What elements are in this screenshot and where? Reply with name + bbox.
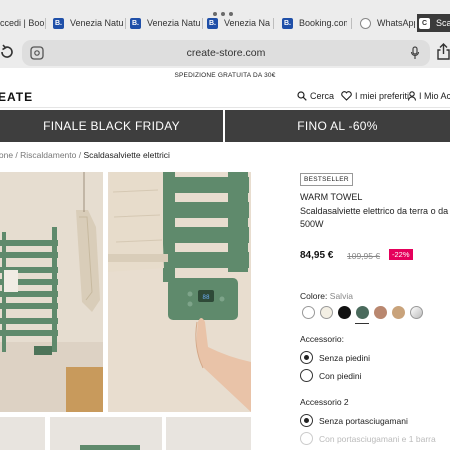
tab-booking-com[interactable]: B. Booking.com	[282, 14, 347, 32]
tab-separator	[351, 18, 352, 29]
browser-topbar: ccedi | Booking B. Venezia Natura B. Ven…	[0, 0, 450, 68]
color-label-text: Colore:	[300, 291, 328, 301]
selected-swatch-indicator	[355, 323, 369, 324]
tab-separator	[45, 18, 46, 29]
address-row: create-store.com	[0, 36, 450, 66]
swatch-black[interactable]	[338, 306, 351, 319]
tab-venezia-1[interactable]: B. Venezia Natura	[53, 14, 123, 32]
tab-label: Booking.com	[299, 18, 347, 28]
discount-badge: -22%	[389, 249, 413, 260]
breadcrumb-current: Scaldasalviette elettrici	[83, 150, 170, 160]
product-photo-2[interactable]: 88	[108, 172, 251, 412]
search-label: Cerca	[310, 91, 335, 101]
tab-label: ccedi | Booking	[0, 18, 44, 28]
radio-senza-portasciugamani[interactable]	[300, 414, 313, 427]
swatch-cream[interactable]	[320, 306, 333, 319]
radio-con-piedini[interactable]	[300, 369, 313, 382]
product-thumbnail[interactable]	[50, 417, 162, 450]
swatch-white[interactable]	[302, 306, 315, 319]
tab-label: Venezia Natura	[224, 18, 270, 28]
tab-label: WhatsApp	[377, 18, 415, 28]
tab-separator	[202, 18, 203, 29]
promo-right-text: FINO AL -60%	[297, 119, 378, 133]
swatch-terracotta[interactable]	[374, 306, 387, 319]
favorites-link[interactable]: I miei preferiti	[341, 91, 409, 101]
color-value: Salvia	[329, 291, 353, 301]
towel-warmer-image	[0, 172, 103, 412]
breadcrumb-trail[interactable]: ione / Riscaldamento /	[0, 150, 83, 160]
window-dots[interactable]	[211, 3, 241, 16]
towel-warmer-closeup-image: 88	[108, 172, 251, 412]
account-link[interactable]: I Mio Acco	[408, 91, 450, 101]
option-con-piedini[interactable]: Con piedini	[319, 371, 362, 381]
product-thumbnail[interactable]	[0, 417, 45, 450]
whatsapp-icon	[360, 17, 371, 29]
user-icon	[408, 91, 416, 101]
accessory-2-title: Accessorio 2	[300, 397, 349, 407]
microphone-icon[interactable]	[410, 46, 420, 60]
breadcrumb: ione / Riscaldamento / Scaldasalviette e…	[0, 150, 170, 160]
option-senza-piedini[interactable]: Senza piedini	[319, 353, 370, 363]
booking-favicon-icon: B.	[53, 17, 64, 29]
tab-venezia-3[interactable]: B. Venezia Natura	[207, 14, 270, 32]
tab-label: Venezia Natura	[147, 18, 200, 28]
product-brand: WARM TOWEL	[300, 192, 363, 202]
tab-booking-1[interactable]: ccedi | Booking	[0, 14, 44, 32]
swatch-wood[interactable]	[392, 306, 405, 319]
create-favicon-icon: C	[419, 17, 430, 29]
heart-icon	[341, 91, 352, 101]
bestseller-badge: BESTSELLER	[300, 173, 353, 186]
swatch-silver[interactable]	[410, 306, 423, 319]
search-icon	[297, 91, 307, 101]
site-logo[interactable]: EATE	[0, 90, 33, 104]
tab-whatsapp[interactable]: WhatsApp	[360, 14, 415, 32]
color-label: Colore: Salvia	[300, 291, 353, 301]
favorites-label: I miei preferiti	[355, 91, 410, 101]
product-photo-1[interactable]	[0, 172, 103, 412]
account-label: I Mio Acco	[419, 91, 450, 101]
description-line-1: Scaldasalviette elettrico da terra o da	[300, 206, 449, 216]
booking-favicon-icon: B.	[207, 17, 218, 29]
tab-bar: ccedi | Booking B. Venezia Natura B. Ven…	[0, 12, 450, 34]
site-navbar: EATE Cerca I miei preferiti I Mio Acco	[0, 84, 450, 108]
tab-separator	[125, 18, 126, 29]
product-description: Scaldasalviette elettrico da terra o da …	[300, 205, 450, 231]
option-senza-portasciugamani[interactable]: Senza portasciugamani	[319, 416, 408, 426]
tab-scalda-active[interactable]: C Scalda	[417, 14, 450, 32]
tab-label: Scalda	[436, 18, 450, 28]
reload-icon[interactable]	[0, 44, 14, 60]
display-readout: 88	[202, 294, 210, 301]
product-thumbnail[interactable]	[166, 417, 251, 450]
share-icon[interactable]	[437, 43, 450, 60]
radio-con-portasciugamani[interactable]	[300, 432, 313, 445]
promo-bar[interactable]: FINALE BLACK FRIDAY FINO AL -60%	[0, 110, 450, 142]
tab-venezia-2[interactable]: B. Venezia Natura	[130, 14, 200, 32]
tab-separator	[273, 18, 274, 29]
product-price: 84,95 €	[300, 250, 334, 261]
free-shipping-banner: SPEDIZIONE GRATUITA DA 30€	[0, 68, 450, 84]
accessory-title: Accessorio:	[300, 334, 344, 344]
original-price: 109,95 €	[347, 251, 381, 261]
option-con-portasciugamani[interactable]: Con portasciugamani e 1 barra	[319, 434, 436, 444]
tab-label: Venezia Natura	[70, 18, 123, 28]
thumbnail-image	[80, 445, 140, 450]
booking-favicon-icon: B.	[130, 17, 141, 29]
promo-left-text: FINALE BLACK FRIDAY	[43, 119, 180, 133]
swatch-sage[interactable]	[356, 306, 369, 319]
url-text: create-store.com	[186, 47, 266, 59]
radio-senza-piedini[interactable]	[300, 351, 313, 364]
search-link[interactable]: Cerca	[297, 91, 334, 101]
address-bar[interactable]: create-store.com	[22, 40, 430, 66]
description-line-2: 500W	[300, 219, 324, 229]
booking-favicon-icon: B.	[282, 17, 293, 29]
